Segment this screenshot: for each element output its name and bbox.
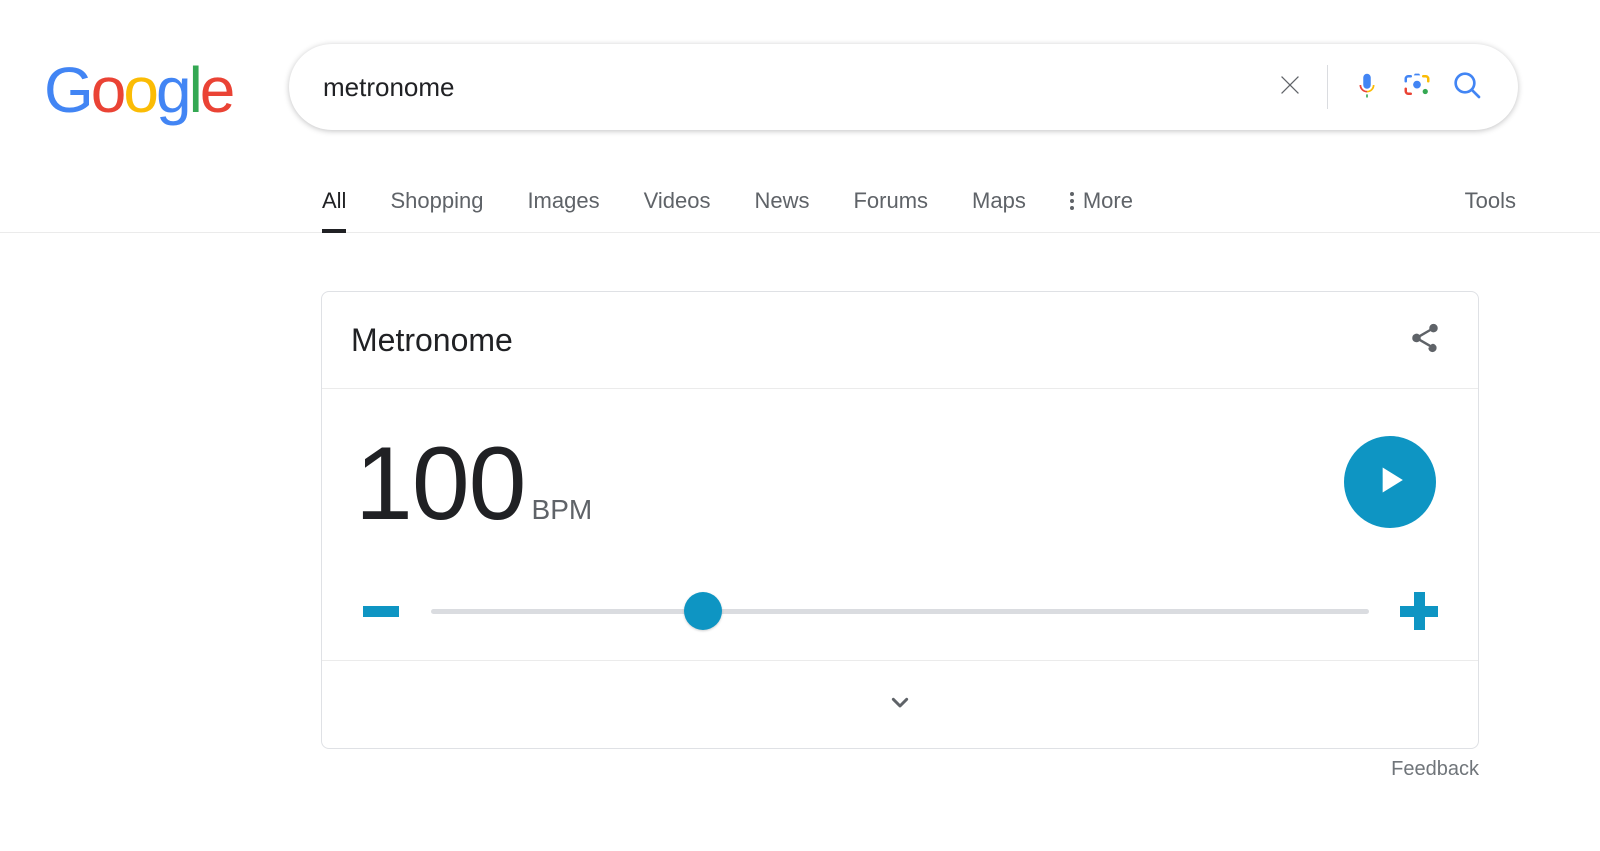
lens-search-button[interactable] xyxy=(1392,62,1442,112)
logo-letter-e: e xyxy=(199,54,236,126)
search-nav-tabs: All Shopping Images Videos News Forums M… xyxy=(0,168,1600,233)
more-filters-label: More xyxy=(1082,188,1133,213)
logo-letter-o2: o xyxy=(123,54,159,126)
expand-card-button[interactable] xyxy=(872,676,928,732)
logo-letter-l: l xyxy=(188,54,203,126)
tempo-slider-track[interactable] xyxy=(431,609,1369,614)
tab-shopping[interactable]: Shopping xyxy=(390,168,483,212)
search-submit-button[interactable] xyxy=(1442,62,1492,112)
voice-search-button[interactable] xyxy=(1342,62,1392,112)
metronome-title: Metronome xyxy=(351,322,513,358)
search-bar-actions xyxy=(1265,44,1518,130)
tempo-slider-thumb[interactable] xyxy=(684,592,723,630)
metronome-card: Metronome 100 BPM xyxy=(321,291,1479,749)
play-button[interactable] xyxy=(1344,436,1436,528)
increase-tempo-button[interactable] xyxy=(1393,585,1445,637)
tab-all[interactable]: All xyxy=(322,168,347,233)
tab-maps[interactable]: Maps xyxy=(972,168,1026,212)
tools-button[interactable]: Tools xyxy=(1465,168,1516,212)
plus-icon xyxy=(1400,592,1438,630)
search-bar[interactable] xyxy=(289,44,1518,130)
search-input[interactable] xyxy=(323,67,1257,107)
tab-images[interactable]: Images xyxy=(527,168,599,212)
bpm-unit-label: BPM xyxy=(531,494,593,525)
google-logo[interactable]: Google xyxy=(44,54,236,126)
page-header: Google metronome All Shopping Images Vid… xyxy=(0,0,1600,233)
tempo-controls xyxy=(355,581,1445,641)
bpm-value: 100 xyxy=(355,426,527,542)
feedback-link-wrapper: Feedback xyxy=(321,758,1479,781)
kebab-menu-icon xyxy=(1069,192,1074,210)
metronome-card-header: Metronome xyxy=(322,292,1478,389)
feedback-link[interactable]: Feedback xyxy=(1391,758,1479,780)
play-icon xyxy=(1368,458,1412,507)
share-icon xyxy=(1408,321,1442,360)
nav-tab-list: All Shopping Images Videos News Forums M… xyxy=(322,168,1133,233)
tempo-slider[interactable] xyxy=(431,585,1369,637)
google-search-page: Google metronome All Shopping Images Vid… xyxy=(0,0,1600,851)
chevron-down-icon xyxy=(884,686,916,723)
search-actions-divider xyxy=(1327,65,1328,109)
clear-search-button[interactable] xyxy=(1265,62,1315,112)
metronome-card-body: 100 BPM xyxy=(322,389,1478,661)
more-filters-button[interactable]: More xyxy=(1069,168,1133,213)
tab-videos[interactable]: Videos xyxy=(644,168,711,212)
share-button[interactable] xyxy=(1401,316,1449,364)
logo-letter-g1: G xyxy=(44,54,94,126)
decrease-tempo-button[interactable] xyxy=(355,585,407,637)
logo-letter-o1: o xyxy=(90,54,127,126)
tab-forums[interactable]: Forums xyxy=(853,168,928,212)
microphone-icon xyxy=(1352,70,1382,105)
tab-news[interactable]: News xyxy=(754,168,809,212)
logo-letter-g2: g xyxy=(155,54,192,126)
close-icon xyxy=(1275,70,1305,105)
google-lens-icon xyxy=(1402,70,1432,105)
metronome-card-footer[interactable] xyxy=(322,661,1478,747)
bpm-display: 100 BPM xyxy=(355,432,592,536)
minus-icon xyxy=(363,605,399,617)
search-icon xyxy=(1451,69,1483,106)
